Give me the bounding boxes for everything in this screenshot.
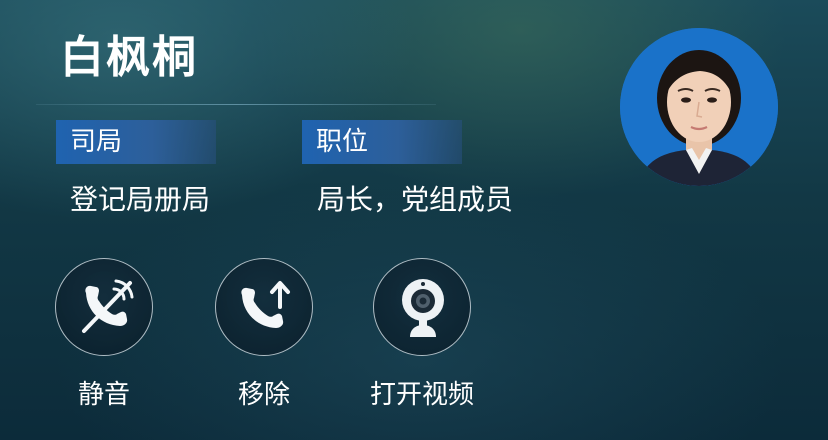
avatar-portrait-icon bbox=[620, 28, 778, 186]
position-label: 职位 bbox=[302, 120, 462, 164]
webcam-icon bbox=[402, 279, 444, 337]
open-video-label: 打开视频 bbox=[370, 380, 475, 410]
mute-button[interactable] bbox=[55, 258, 153, 356]
remove-button[interactable] bbox=[215, 258, 313, 356]
open-video-button[interactable] bbox=[373, 258, 471, 356]
remove-call-icon bbox=[241, 281, 290, 328]
contact-name: 白枫桐 bbox=[60, 32, 198, 83]
position-value: 局长，党组成员 bbox=[317, 183, 514, 216]
mute-label: 静音 bbox=[78, 380, 131, 410]
remove-label: 移除 bbox=[238, 380, 291, 410]
avatar bbox=[620, 28, 778, 186]
department-value: 登记局册局 bbox=[70, 183, 211, 216]
divider bbox=[36, 104, 436, 105]
mute-call-icon bbox=[82, 279, 134, 333]
department-label: 司局 bbox=[56, 120, 216, 164]
